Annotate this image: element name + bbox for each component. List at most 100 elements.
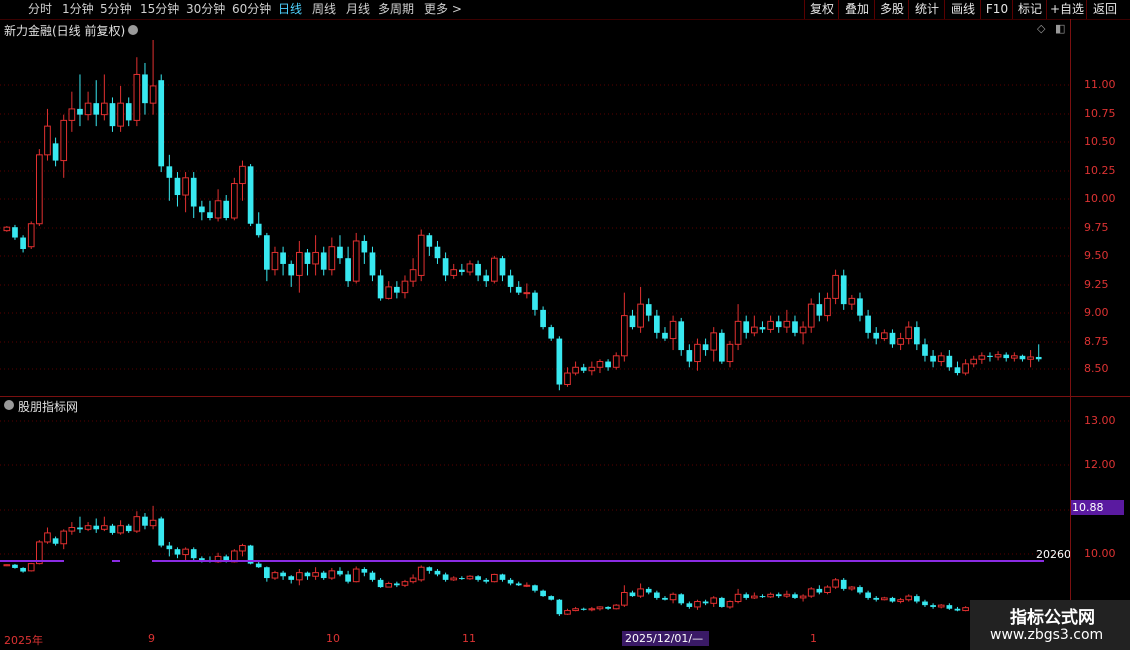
indicator-body bbox=[328, 570, 336, 579]
flag-text: 20260 bbox=[1036, 548, 1071, 561]
candle-body bbox=[734, 320, 742, 345]
indicator-body bbox=[775, 594, 782, 597]
candle-body bbox=[612, 355, 620, 368]
indicator-body bbox=[475, 576, 481, 580]
panel-divider bbox=[0, 396, 1130, 397]
candle-body bbox=[166, 166, 173, 178]
watermark-title: 指标公式网 bbox=[1010, 608, 1095, 628]
candle-body bbox=[352, 240, 360, 282]
time-axis bbox=[0, 631, 1130, 650]
candle-body bbox=[792, 321, 798, 333]
toolbar-button[interactable]: F10 bbox=[980, 0, 1013, 19]
indicator-title: 股朋指标网 bbox=[18, 400, 79, 414]
indicator-body bbox=[792, 594, 798, 598]
indicator-body bbox=[751, 595, 758, 599]
period-tab[interactable]: 日线 bbox=[278, 2, 302, 17]
candle-body bbox=[970, 358, 978, 365]
toolbar-button[interactable]: 返回 bbox=[1086, 0, 1123, 19]
candle-body bbox=[954, 367, 961, 374]
toolbar-button[interactable]: 多股 bbox=[874, 0, 909, 19]
candle-body bbox=[36, 154, 43, 225]
indicator-body bbox=[27, 563, 35, 572]
indicator-body bbox=[12, 564, 18, 568]
indicator-body bbox=[109, 525, 116, 533]
chevron-down-icon[interactable] bbox=[128, 25, 138, 35]
indicator-body bbox=[556, 599, 563, 615]
candle-body bbox=[3, 226, 11, 232]
candle-body bbox=[1027, 356, 1034, 360]
period-tab[interactable]: 60分钟 bbox=[232, 2, 271, 17]
period-tab[interactable]: 更多 > bbox=[424, 2, 462, 17]
time-axis-label: 10 bbox=[326, 632, 340, 645]
indicator-body bbox=[280, 572, 286, 577]
toolbar-button[interactable]: +自选 bbox=[1046, 0, 1087, 19]
candle-body bbox=[499, 258, 506, 276]
candle-body bbox=[394, 286, 400, 293]
indicator-body bbox=[612, 604, 620, 610]
period-tab[interactable]: 月线 bbox=[346, 2, 370, 17]
indicator-body bbox=[149, 519, 157, 527]
toolbar-button[interactable]: 叠加 bbox=[838, 0, 875, 19]
candle-body bbox=[678, 321, 685, 351]
indicator-body bbox=[264, 567, 270, 579]
candle-body bbox=[605, 361, 611, 368]
panel-toggle-icon[interactable]: ◧ bbox=[1055, 22, 1065, 35]
indicator-body bbox=[515, 583, 522, 586]
candle-body bbox=[239, 165, 246, 185]
price-axis-label: 8.50 bbox=[1084, 362, 1109, 375]
candle-body bbox=[848, 297, 856, 305]
indicator-body bbox=[832, 579, 839, 588]
candle-body bbox=[117, 102, 124, 127]
candle-body bbox=[385, 286, 393, 299]
indicator-body bbox=[296, 572, 303, 581]
chevron-down-icon[interactable] bbox=[4, 400, 14, 410]
period-tab[interactable]: 5分钟 bbox=[100, 2, 132, 17]
candle-body bbox=[702, 344, 709, 351]
candle-body bbox=[1019, 355, 1026, 360]
candle-body bbox=[596, 361, 604, 368]
candle-body bbox=[694, 343, 701, 363]
candle-body bbox=[149, 85, 157, 104]
indicator-body bbox=[20, 567, 26, 572]
indicator-body bbox=[255, 563, 262, 568]
period-tab[interactable]: 多周期 bbox=[378, 2, 414, 17]
toolbar-button[interactable]: 统计 bbox=[908, 0, 945, 19]
candle-body bbox=[889, 332, 896, 345]
indicator-body bbox=[889, 597, 896, 602]
indicator-body bbox=[101, 525, 108, 530]
candle-body bbox=[743, 321, 750, 333]
price-axis-label: 10.00 bbox=[1084, 192, 1116, 205]
indicator-body bbox=[133, 516, 141, 532]
candle-body bbox=[361, 240, 368, 253]
candle-body bbox=[719, 332, 725, 362]
candle-body bbox=[905, 326, 913, 340]
candle-body bbox=[142, 74, 148, 104]
candle-body bbox=[726, 343, 734, 363]
toolbar-button[interactable]: 标记 bbox=[1012, 0, 1047, 19]
indicator-body bbox=[669, 593, 677, 601]
candle-body bbox=[930, 355, 936, 362]
indicator-body bbox=[840, 579, 847, 589]
period-tab[interactable]: 1分钟 bbox=[62, 2, 94, 17]
candle-body bbox=[572, 366, 579, 374]
candle-body bbox=[645, 304, 652, 316]
period-tab[interactable]: 分时 bbox=[28, 2, 52, 17]
candle-body bbox=[466, 263, 474, 273]
diamond-icon[interactable]: ◇ bbox=[1037, 22, 1045, 35]
indicator-axis-label: 13.00 bbox=[1084, 414, 1116, 427]
candle-body bbox=[588, 366, 596, 372]
candle-body bbox=[377, 275, 384, 299]
candle-body bbox=[223, 200, 230, 218]
candle-body bbox=[962, 363, 969, 374]
toolbar-button[interactable]: 复权 bbox=[804, 0, 839, 19]
candle-body bbox=[158, 80, 165, 167]
candle-body bbox=[914, 327, 920, 345]
indicator-body bbox=[68, 527, 76, 532]
toolbar-button[interactable]: 画线 bbox=[944, 0, 981, 19]
period-tab[interactable]: 15分钟 bbox=[140, 2, 179, 17]
indicator-body bbox=[873, 597, 880, 600]
candle-body bbox=[865, 315, 871, 333]
period-tab[interactable]: 30分钟 bbox=[186, 2, 225, 17]
indicator-body bbox=[312, 572, 319, 577]
period-tab[interactable]: 周线 bbox=[312, 2, 336, 17]
